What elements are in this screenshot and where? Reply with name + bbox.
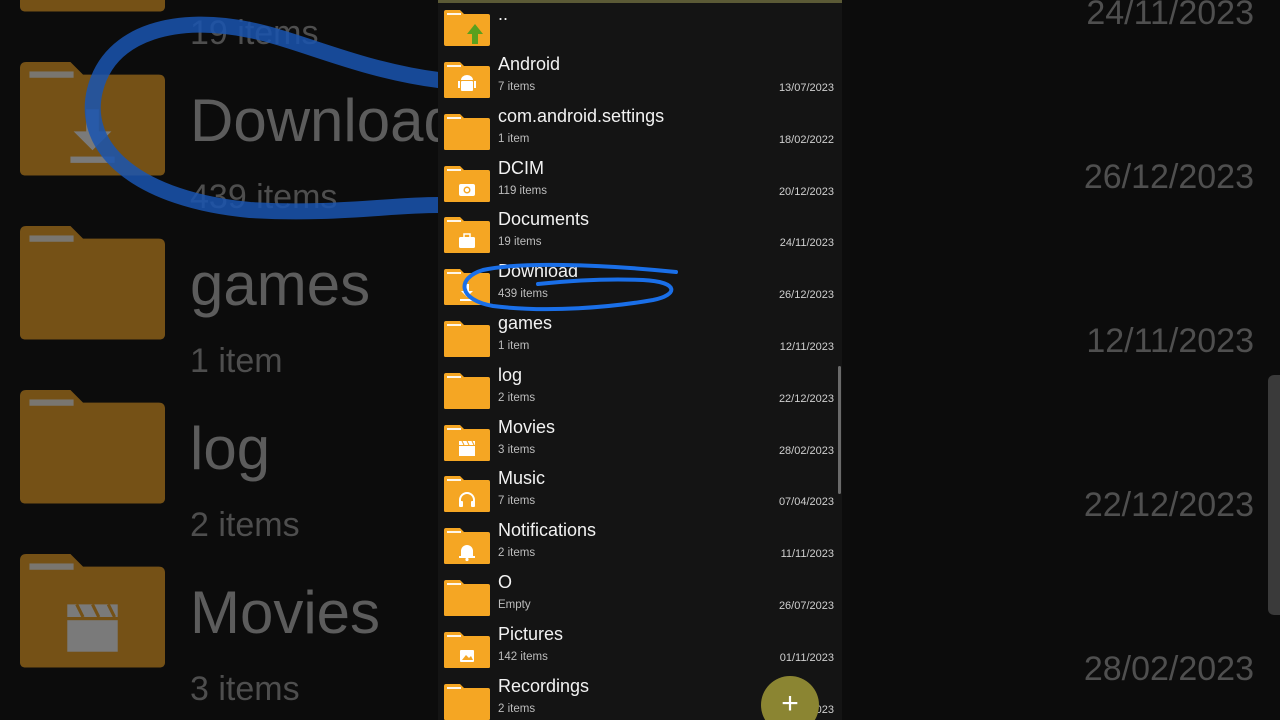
folder-name: O bbox=[498, 572, 513, 592]
folder-item-count: 439 items bbox=[498, 288, 548, 301]
background-folder-name: Download bbox=[190, 87, 438, 154]
download-icon bbox=[20, 62, 165, 176]
folder-name: games bbox=[498, 313, 553, 333]
background-folder-count: 3 items bbox=[190, 670, 300, 708]
folder-icon bbox=[444, 683, 490, 720]
background-folder-row: 19 items bbox=[0, 0, 438, 54]
folder-date: 20/12/2023 bbox=[778, 185, 834, 198]
image-icon bbox=[444, 631, 490, 668]
folder-item-count: 2 items bbox=[498, 702, 536, 715]
folder-name: Android bbox=[498, 54, 561, 74]
briefcase-icon bbox=[444, 217, 490, 254]
folder-date: 01/11/2023 bbox=[779, 651, 834, 664]
folder-name: Music bbox=[498, 468, 546, 489]
folder-row[interactable]: Notifications 2 items 11/11/2023 bbox=[438, 518, 842, 570]
background-folder-row: Download 439 items bbox=[0, 54, 438, 218]
folder-name: Download bbox=[498, 261, 579, 282]
background-folder-count: 19 items bbox=[190, 14, 319, 52]
folder-item-count: 7 items bbox=[498, 81, 536, 93]
background-folder-name: log bbox=[190, 415, 271, 482]
folder-date: 07/04/2023 bbox=[778, 496, 834, 509]
folder-name: Notifications bbox=[498, 520, 597, 541]
folder-up-icon bbox=[444, 10, 490, 46]
camera-icon bbox=[444, 165, 490, 202]
folder-date: 12/11/2023 bbox=[779, 341, 834, 353]
folder-date: 18/02/2022 bbox=[778, 133, 834, 146]
folder-icon bbox=[20, 390, 165, 504]
folder-icon bbox=[444, 113, 490, 150]
folder-item-count: Empty bbox=[498, 599, 531, 611]
folder-date: 11/11/2023 bbox=[780, 548, 834, 561]
folder-item-count: 7 items bbox=[498, 495, 536, 508]
folder-icon bbox=[444, 321, 490, 357]
folder-date: 22/12/2023 bbox=[778, 392, 834, 405]
folder-row[interactable]: Pictures 142 items 01/11/2023 bbox=[438, 622, 842, 674]
folder-row[interactable]: com.android.settings 1 item 18/02/2022 bbox=[438, 104, 842, 156]
folder-item-count: 19 items bbox=[498, 236, 542, 249]
folder-row[interactable]: games 1 item 12/11/2023 bbox=[438, 311, 842, 363]
folder-item-count: 2 items bbox=[498, 547, 536, 560]
background-folder-count: 1 item bbox=[190, 342, 283, 380]
folder-icon bbox=[20, 226, 165, 340]
folder-item-count: 142 items bbox=[498, 650, 548, 663]
folder-row[interactable]: Download 439 items 26/12/2023 bbox=[438, 259, 842, 311]
folder-date: 26/12/2023 bbox=[778, 289, 834, 302]
folder-item-count: 2 items bbox=[498, 391, 536, 404]
folder-row[interactable]: Music 7 items 07/04/2023 bbox=[438, 466, 842, 518]
headphones-icon bbox=[444, 476, 490, 513]
background-folder-row: games 1 item bbox=[0, 218, 438, 382]
background-folder-date: 26/12/2023 bbox=[1083, 158, 1254, 196]
folder-item-count: 3 items bbox=[498, 443, 536, 456]
background-folder-row: log 2 items bbox=[0, 382, 438, 546]
folder-name: Documents bbox=[498, 209, 590, 230]
folder-row[interactable]: O Empty 26/07/2023 bbox=[438, 570, 842, 622]
background-folder-row: Movies 3 items bbox=[0, 546, 438, 710]
folder-row[interactable]: DCIM 119 items 20/12/2023 bbox=[438, 156, 842, 208]
folder-name: Pictures bbox=[498, 623, 564, 644]
parent-folder-label: .. bbox=[498, 4, 509, 24]
android-icon bbox=[444, 62, 490, 98]
folder-icon bbox=[20, 0, 165, 12]
background-right: 24/11/2023 26/12/2023 12/11/2023 22/12/2023… bbox=[842, 0, 1280, 720]
folder-icon bbox=[444, 580, 490, 616]
download-icon bbox=[444, 269, 490, 306]
background-folder-name: games bbox=[190, 251, 371, 318]
background-scroll-handle bbox=[1268, 375, 1280, 615]
folder-item-count: 1 item bbox=[498, 132, 530, 145]
folder-name: Recordings bbox=[498, 675, 590, 696]
scrollbar[interactable] bbox=[838, 366, 841, 494]
folder-name: log bbox=[498, 364, 523, 385]
folder-date: 13/07/2023 bbox=[778, 82, 834, 94]
folder-date: 24/11/2023 bbox=[779, 237, 834, 250]
folder-row[interactable]: Documents 19 items 24/11/2023 bbox=[438, 207, 842, 259]
background-folder-name: Movies bbox=[190, 579, 381, 646]
folder-name: com.android.settings bbox=[498, 105, 665, 126]
background-folder-date: 22/12/2023 bbox=[1083, 486, 1254, 524]
background-folder-count: 439 items bbox=[190, 178, 338, 216]
folder-date: 26/07/2023 bbox=[778, 600, 834, 612]
folder-icon bbox=[444, 372, 490, 409]
folder-row[interactable]: Movies 3 items 28/02/2023 bbox=[438, 415, 842, 467]
background-folder-date: 24/11/2023 bbox=[1086, 0, 1254, 32]
parent-folder-row[interactable]: .. bbox=[438, 0, 842, 52]
folder-name: DCIM bbox=[498, 157, 544, 178]
folder-date: 28/02/2023 bbox=[778, 444, 834, 457]
clapperboard-icon bbox=[444, 424, 490, 461]
background-left: 19 items Download 439 items games 1 item… bbox=[0, 0, 438, 720]
clapperboard-icon bbox=[20, 554, 165, 668]
background-folder-date: 12/11/2023 bbox=[1086, 322, 1254, 360]
bell-icon bbox=[444, 528, 490, 565]
folder-row[interactable]: log 2 items 22/12/2023 bbox=[438, 363, 842, 415]
background-folder-count: 2 items bbox=[190, 506, 300, 544]
folder-name: Movies bbox=[498, 416, 556, 437]
file-manager-panel: .. Android 7 items 13/07/2023 com.androi… bbox=[438, 0, 842, 720]
folder-row[interactable]: Android 7 items 13/07/2023 bbox=[438, 52, 842, 104]
folder-item-count: 1 item bbox=[498, 340, 530, 352]
folder-item-count: 119 items bbox=[498, 184, 548, 197]
background-folder-date: 28/02/2023 bbox=[1083, 650, 1254, 688]
